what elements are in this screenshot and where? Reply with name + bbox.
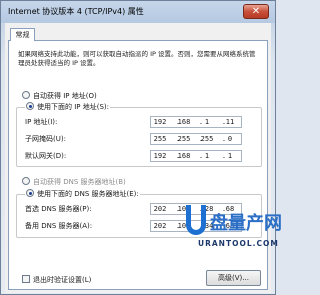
ip-group: 使用下面的 IP 地址(S): IP 地址(I): 192. 168. 1. 1… [16,102,262,167]
validate-settings-box[interactable] [22,275,30,283]
window-title: Internet 协议版本 4 (TCP/IPv4) 属性 [8,7,144,16]
radio-auto-dns-button[interactable] [22,177,30,185]
octet: 11 [225,118,235,126]
octet: 202 [153,222,167,230]
watermark-brand: 盘量产网 [210,213,282,234]
validate-settings-label: 退出时验证设置(L) [33,276,92,284]
radio-auto-dns-label: 自动获得 DNS 服务器地址(B) [33,178,126,186]
default-gateway-label: 默认网关(D): [25,152,67,160]
description-text: 如果网络支持此功能，则可以获取自动指派的 IP 设置。否则，您需要从网络系统管理… [18,50,256,67]
radio-manual-dns-label: 使用下面的 DNS 服务器地址(E): [37,190,139,198]
radio-manual-ip-label: 使用下面的 IP 地址(S): [37,103,109,111]
radio-manual-dns-button[interactable] [26,189,34,197]
radio-auto-dns[interactable]: 自动获得 DNS 服务器地址(B) [22,177,126,187]
radio-manual-ip-button[interactable] [26,102,34,110]
title-bar: Internet 协议版本 4 (TCP/IPv4) 属性 ✕ [1,1,275,23]
watermark-logo: 盘量产网 URANTOOL.COM [186,205,282,293]
octet: 168 [177,118,191,126]
octet: 1 [204,118,210,126]
dialog-window: Internet 协议版本 4 (TCP/IPv4) 属性 ✕ 常规 如果网络支… [0,0,282,295]
close-button[interactable]: ✕ [243,4,269,19]
radio-manual-ip[interactable]: 使用下面的 IP 地址(S): [25,102,110,112]
u-logo-icon [186,205,206,235]
octet: 255 [153,135,167,143]
ip-address-label: IP 地址(I): [25,118,58,126]
octet: 1 [204,152,210,160]
octet: 0 [227,135,233,143]
preferred-dns-label: 首选 DNS 服务器(P): [25,205,92,213]
octet: 1 [227,152,233,160]
octet: 192 [153,118,167,126]
default-gateway-input[interactable]: 192. 168. 1. 1 [150,150,242,162]
ip-address-input[interactable]: 192. 168. 1. 11 [150,116,242,128]
alternate-dns-label: 备用 DNS 服务器(A): [25,222,93,230]
octet: 192 [153,152,167,160]
radio-manual-dns[interactable]: 使用下面的 DNS 服务器地址(E): [25,189,140,199]
octet: 202 [153,205,167,213]
radio-auto-ip-label: 自动获得 IP 地址(O) [33,92,97,100]
octet: 255 [200,135,214,143]
radio-auto-ip-button[interactable] [22,91,30,99]
validate-settings-checkbox[interactable]: 退出时验证设置(L) [22,275,91,285]
subnet-mask-label: 子网掩码(U): [25,135,66,143]
tab-general[interactable]: 常规 [10,28,35,41]
octet: 168 [177,152,191,160]
radio-auto-ip[interactable]: 自动获得 IP 地址(O) [22,91,97,101]
octet: 255 [177,135,191,143]
watermark-url: URANTOOL.COM [198,239,279,248]
subnet-mask-input[interactable]: 255. 255. 255. 0 [150,133,242,145]
